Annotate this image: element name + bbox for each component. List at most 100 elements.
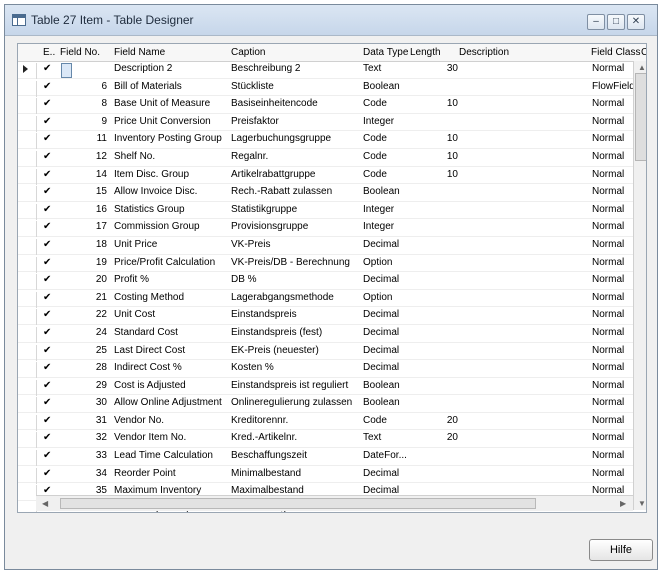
column-header-c[interactable]: C [641, 47, 646, 58]
field-class-cell[interactable]: Normal [592, 169, 624, 180]
enabled-cell[interactable]: ✔ [43, 151, 51, 162]
length-cell[interactable]: 10 [406, 151, 458, 162]
caption-cell[interactable]: Artikelrabattgruppe [231, 169, 316, 180]
vertical-scroll-thumb[interactable] [635, 73, 646, 161]
caption-cell[interactable]: Kred.-Artikelnr. [231, 432, 297, 443]
table-row[interactable]: ✔ 20 Profit % DB % Decimal Normal [18, 272, 633, 291]
scroll-down-icon[interactable]: ▼ [638, 499, 646, 508]
field-no-cell[interactable]: 6 [61, 81, 107, 92]
table-row[interactable]: ✔ Description 2 Beschreibung 2 Text 30 Normal [18, 61, 633, 79]
table-row[interactable]: ✔ 9 Price Unit Conversion Preisfaktor Intege… [18, 114, 633, 132]
table-row[interactable]: ✔ 24 Standard Cost Einstandspreis (fest) Dec… [18, 325, 633, 343]
field-grid[interactable]: E.. Field No. Field Name Caption Data Ty… [17, 43, 647, 513]
enabled-cell[interactable]: ✔ [43, 81, 51, 92]
caption-cell[interactable]: Basiseinheitencode [231, 98, 318, 109]
table-row[interactable]: ✔ 25 Last Direct Cost EK-Preis (neuester) De… [18, 343, 633, 361]
row-selector[interactable] [18, 238, 37, 255]
field-class-cell[interactable]: Normal [592, 327, 624, 338]
row-selector[interactable] [18, 274, 37, 291]
field-no-cell[interactable]: 18 [61, 239, 107, 250]
field-no-cell[interactable]: 15 [61, 186, 107, 197]
enabled-cell[interactable]: ✔ [43, 309, 51, 320]
data-type-cell[interactable]: Boolean [363, 397, 400, 408]
field-name-cell[interactable]: Price Unit Conversion [114, 116, 211, 127]
table-row[interactable]: ✔ 6 Bill of Materials Stückliste Boolean Flow… [18, 79, 635, 97]
field-no-cell[interactable]: 14 [61, 169, 107, 180]
field-class-cell[interactable]: Normal [592, 450, 624, 461]
table-row[interactable]: ✔ 19 Price/Profit Calculation VK-Preis/DB -… [18, 255, 646, 273]
caption-cell[interactable]: Statistikgruppe [231, 204, 297, 215]
table-row[interactable]: ✔ 31 Vendor No. Kreditorennr. Code 20 Normal [18, 413, 633, 431]
field-name-cell[interactable]: Allow Online Adjustment [114, 397, 222, 408]
caption-cell[interactable]: Beschaffungszeit [231, 450, 307, 461]
enabled-cell[interactable]: ✔ [43, 169, 51, 180]
table-row[interactable]: ✔ 17 Commission Group Provisionsgruppe Integ… [18, 219, 633, 238]
enabled-cell[interactable]: ✔ [43, 415, 51, 426]
field-name-cell[interactable]: Profit % [114, 274, 149, 285]
help-button[interactable]: Hilfe [589, 539, 653, 561]
data-type-cell[interactable]: Text [363, 63, 381, 74]
field-no-cell[interactable]: 8 [61, 98, 107, 109]
field-class-cell[interactable]: Normal [592, 98, 624, 109]
field-name-cell[interactable]: Unit Price [114, 239, 157, 250]
field-no-cell[interactable]: 12 [61, 151, 107, 162]
field-name-cell[interactable]: Base Unit of Measure [114, 98, 210, 109]
field-class-cell[interactable]: Normal [592, 292, 624, 303]
column-header-field-name[interactable]: Field Name [114, 47, 165, 58]
field-class-cell[interactable]: Normal [592, 415, 624, 426]
enabled-cell[interactable]: ✔ [43, 221, 51, 232]
row-selector[interactable] [18, 362, 37, 379]
maximize-button[interactable]: □ [607, 14, 625, 30]
data-type-cell[interactable]: Boolean [363, 81, 400, 92]
row-selector[interactable] [18, 203, 37, 220]
data-type-cell[interactable]: Boolean [363, 380, 400, 391]
column-header-description[interactable]: Description [459, 47, 509, 58]
field-name-cell[interactable]: Lead Time Calculation [114, 450, 213, 461]
length-cell[interactable]: 10 [406, 169, 458, 180]
data-type-cell[interactable]: Integer [363, 116, 394, 127]
data-type-cell[interactable]: Decimal [363, 345, 399, 356]
field-no-cell[interactable]: 25 [61, 345, 107, 356]
data-type-cell[interactable]: Boolean [363, 186, 400, 197]
data-type-cell[interactable]: Decimal [363, 239, 399, 250]
field-name-cell[interactable]: Allow Invoice Disc. [114, 186, 197, 197]
length-cell[interactable]: 10 [406, 133, 458, 144]
data-type-cell[interactable]: Decimal [363, 274, 399, 285]
field-no-cell[interactable]: 33 [61, 450, 107, 461]
table-row[interactable]: ✔ 14 Item Disc. Group Artikelrabattgruppe Co… [18, 167, 633, 185]
length-cell[interactable]: 10 [406, 98, 458, 109]
horizontal-scroll-thumb[interactable] [60, 498, 536, 509]
column-header-field-no[interactable]: Field No. [60, 47, 100, 58]
title-bar[interactable]: Table 27 Item - Table Designer ‒ □ ✕ [5, 5, 657, 36]
data-type-cell[interactable]: Text [363, 432, 381, 443]
scroll-up-icon[interactable]: ▲ [638, 63, 646, 72]
row-selector[interactable] [18, 326, 37, 343]
field-class-cell[interactable]: Normal [592, 432, 624, 443]
field-class-cell[interactable]: Normal [592, 380, 624, 391]
enabled-cell[interactable]: ✔ [43, 257, 51, 268]
field-no-cell[interactable]: 24 [61, 327, 107, 338]
enabled-cell[interactable]: ✔ [43, 292, 51, 303]
field-name-cell[interactable]: Standard Cost [114, 327, 178, 338]
field-no-cell[interactable]: 29 [61, 380, 107, 391]
row-selector[interactable] [18, 80, 37, 97]
field-name-cell[interactable]: Vendor No. [114, 415, 164, 426]
field-name-cell[interactable]: Inventory Posting Group [114, 133, 222, 144]
field-name-cell[interactable]: Price/Profit Calculation [114, 257, 215, 268]
field-no-cell[interactable]: 34 [61, 468, 107, 479]
field-class-cell[interactable]: FlowField [592, 81, 635, 92]
caption-cell[interactable]: VK-Preis/DB - Berechnung [231, 257, 350, 268]
enabled-cell[interactable]: ✔ [43, 450, 51, 461]
table-row[interactable]: ✔ 30 Allow Online Adjustment Onlineregulier… [18, 395, 633, 414]
field-class-cell[interactable]: Normal [592, 397, 624, 408]
field-no-cell[interactable]: 20 [61, 274, 107, 285]
field-no-cell[interactable]: 17 [61, 221, 107, 232]
field-class-cell[interactable]: Normal [592, 362, 624, 373]
row-selector[interactable] [18, 397, 37, 414]
row-selector[interactable] [18, 432, 37, 449]
field-name-cell[interactable]: Unit Cost [114, 309, 155, 320]
field-class-cell[interactable]: Normal [592, 204, 624, 215]
enabled-cell[interactable]: ✔ [43, 432, 51, 443]
field-class-cell[interactable]: Normal [592, 221, 624, 232]
table-row[interactable]: ✔ 12 Shelf No. Regalnr. Code 10 Normal [18, 149, 633, 167]
